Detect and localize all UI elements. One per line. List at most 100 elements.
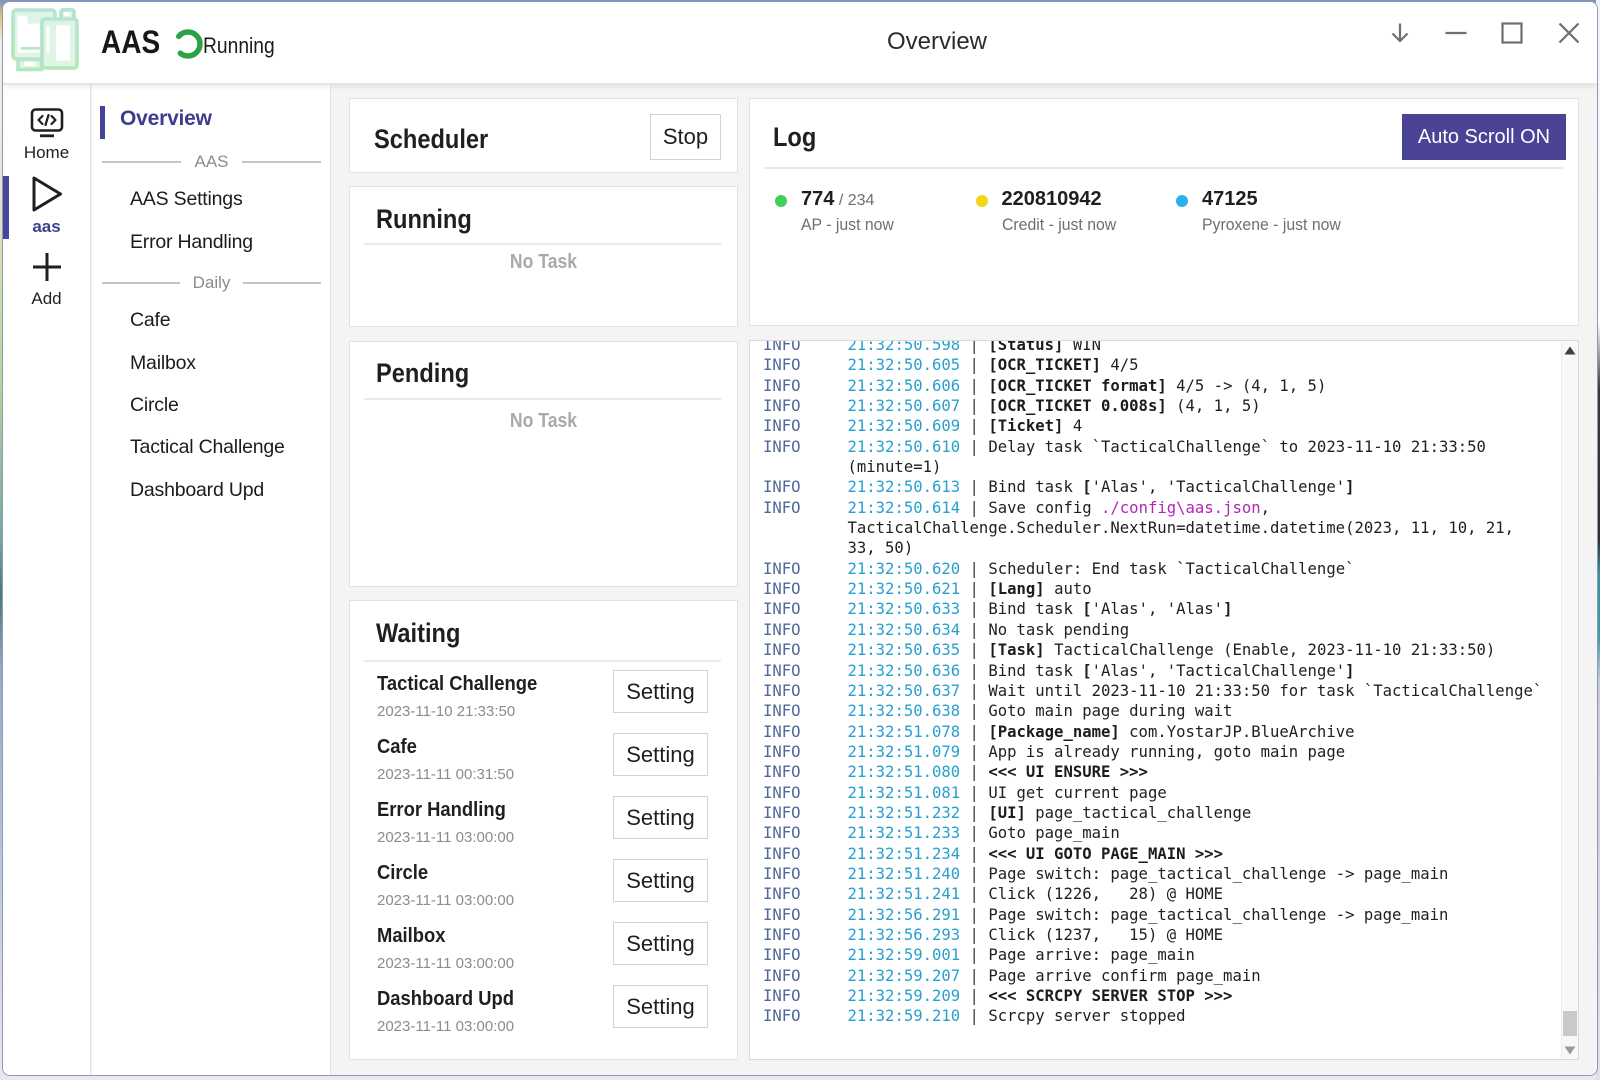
nav-item-mailbox[interactable]: Mailbox [92,344,330,386]
arrow-down-icon [1388,21,1412,45]
scrollbar-thumb[interactable] [1563,1011,1577,1036]
task-setting-button[interactable]: Setting [613,985,708,1028]
waiting-task-row: Mailbox2023-11-11 03:00:00Setting [350,922,737,985]
nav-item-overview[interactable]: Overview [92,102,330,144]
pending-title: Pending [376,358,469,389]
waiting-task-name: Cafe [377,736,417,759]
log-line: INFO 21:32:59.210 | Scrcpy server stoppe… [763,1006,1542,1026]
divider [364,398,721,400]
waiting-task-time: 2023-11-11 03:00:00 [377,1018,514,1035]
scheduler-card: Scheduler Stop [349,98,738,173]
log-line: INFO 21:32:51.078 | [Package_name] com.Y… [763,722,1542,742]
log-line: INFO 21:32:50.638 | Goto main page durin… [763,701,1542,721]
page-title: Overview [837,28,1037,56]
log-line: INFO 21:32:50.620 | Scheduler: End task … [763,559,1542,579]
nav-divider-aas: AAS [102,141,321,183]
rail-label-aas: aas [3,217,90,237]
stat-value-row: 220810942 [1002,188,1102,211]
log-line: INFO 21:32:50.607 | [OCR_TICKET 0.008s] … [763,396,1542,416]
log-line: INFO 21:32:50.609 | [Ticket] 4 [763,416,1542,436]
log-scrollbar[interactable] [1561,341,1578,1059]
pending-empty-text: No Task [373,410,714,433]
log-line: INFO 21:32:56.293 | Click (1237, 15) @ H… [763,925,1542,945]
nav-sidebar: OverviewAASAAS SettingsError HandlingDai… [92,85,331,1075]
maximize-button[interactable] [1498,19,1526,47]
waiting-task-row: Error Handling2023-11-11 03:00:00Setting [350,796,737,859]
task-setting-button[interactable]: Setting [613,922,708,965]
log-line: INFO 21:32:51.081 | UI get current page [763,783,1542,803]
task-setting-button[interactable]: Setting [613,796,708,839]
nav-item-aas-settings[interactable]: AAS Settings [92,180,330,222]
log-line: INFO 21:32:51.080 | <<< UI ENSURE >>> [763,762,1542,782]
rail-item-aas[interactable]: aas [3,175,90,237]
nav-item-dashboard-upd[interactable]: Dashboard Upd [92,471,330,513]
running-empty-text: No Task [373,251,714,274]
log-line: INFO 21:32:51.241 | Click (1226, 28) @ H… [763,884,1542,904]
log-line: INFO 21:32:50.621 | [Lang] auto [763,579,1542,599]
log-line: INFO 21:32:50.636 | Bind task ['Alas', '… [763,661,1542,681]
scrollbar-up-icon[interactable] [1562,343,1578,357]
stat-label: AP - just now [801,215,894,235]
stat-value-row: 47125 [1202,188,1258,211]
log-line: INFO 21:32:50.635 | [Task] TacticalChall… [763,640,1542,660]
app-name: AAS [101,24,160,61]
nav-item-label: AAS Settings [130,188,243,211]
waiting-task-time: 2023-11-11 03:00:00 [377,892,514,909]
waiting-task-time: 2023-11-11 00:31:50 [377,766,514,783]
stat-value: 774 [801,188,834,210]
log-line: INFO 21:32:51.233 | Goto page_main [763,823,1542,843]
scheduler-title: Scheduler [374,124,488,155]
waiting-task-time: 2023-11-11 03:00:00 [377,829,514,846]
status-text: Running [203,33,275,59]
log-line: INFO 21:32:51.232 | [UI] page_tactical_c… [763,803,1542,823]
log-content: INFO 21:32:50.598 | [Status] WININFO 21:… [763,340,1542,1027]
auto-scroll-button[interactable]: Auto Scroll ON [1402,114,1566,160]
stat-label: Credit - just now [1002,215,1116,235]
task-setting-button[interactable]: Setting [613,733,708,776]
log-line: INFO 21:32:59.209 | <<< SCRCPY SERVER ST… [763,986,1542,1006]
close-icon [1557,21,1581,45]
titlebar: AAS Running Overview [3,2,1597,84]
log-card: Log Auto Scroll ON 774 / 234AP - just no… [749,98,1579,326]
rail-label-add: Add [3,289,90,309]
app-window: AAS Running Overview [2,1,1598,1076]
nav-item-cafe[interactable]: Cafe [92,301,330,343]
task-setting-button[interactable]: Setting [613,859,708,902]
play-icon [31,175,63,213]
nav-item-label: Error Handling [130,231,253,254]
close-button[interactable] [1555,19,1583,47]
rail-label-home: Home [3,143,90,163]
stat-dot-icon [976,195,988,207]
nav-item-label: Cafe [130,309,170,332]
code-monitor-icon [29,107,65,141]
nav-item-label: Dashboard Upd [130,479,264,502]
nav-item-error-handling[interactable]: Error Handling [92,223,330,265]
log-line: INFO 21:32:56.291 | Page switch: page_ta… [763,905,1542,925]
waiting-task-row: Tactical Challenge2023-11-10 21:33:50Set… [350,670,737,733]
waiting-task-name: Dashboard Upd [377,988,514,1011]
waiting-task-name: Circle [377,862,428,885]
running-card: Running No Task [349,186,738,327]
log-line: INFO 21:32:50.610 | Delay task `Tactical… [763,437,1542,478]
nav-item-label: Circle [130,394,179,417]
log-line: INFO 21:32:50.605 | [OCR_TICKET] 4/5 [763,355,1542,375]
running-title: Running [376,204,472,235]
rail-item-add[interactable]: Add [3,251,90,309]
app-logo-icon [11,8,79,72]
nav-item-label: Overview [120,107,212,130]
nav-item-circle[interactable]: Circle [92,386,330,428]
stat-value: 47125 [1202,188,1258,210]
log-line: INFO 21:32:50.613 | Bind task ['Alas', '… [763,477,1542,497]
log-line: INFO 21:32:50.614 | Save config ./config… [763,498,1542,559]
update-download-button[interactable] [1386,19,1414,47]
divider [764,167,1563,169]
log-terminal[interactable]: INFO 21:32:50.598 | [Status] WININFO 21:… [749,340,1579,1060]
task-setting-button[interactable]: Setting [613,670,708,713]
minimize-button[interactable] [1442,19,1470,47]
stop-button[interactable]: Stop [650,114,721,160]
rail-item-home[interactable]: Home [3,107,90,163]
scrollbar-down-icon[interactable] [1562,1043,1578,1057]
log-line: INFO 21:32:51.234 | <<< UI GOTO PAGE_MAI… [763,844,1542,864]
nav-item-tactical-challenge[interactable]: Tactical Challenge [92,428,330,470]
log-line: INFO 21:32:50.598 | [Status] WIN [763,340,1542,355]
